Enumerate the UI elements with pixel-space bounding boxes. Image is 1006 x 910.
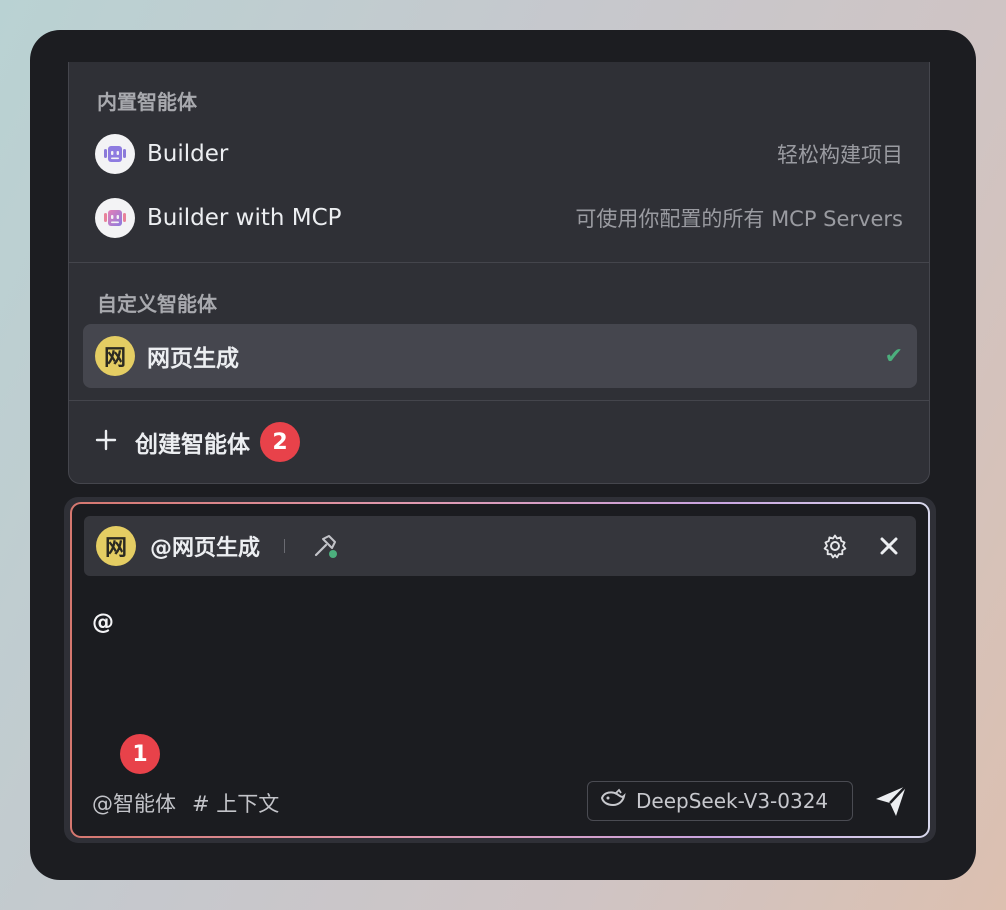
agent-name: 网页生成 bbox=[147, 346, 239, 372]
agent-item-builder[interactable]: Builder 轻松构建项目 bbox=[83, 122, 917, 186]
agent-description: 轻松构建项目 bbox=[777, 143, 903, 167]
agent-item-web-generation[interactable]: 网 网页生成 ✔ bbox=[83, 324, 917, 388]
tools-icon[interactable] bbox=[311, 532, 339, 560]
builtin-section-title: 内置智能体 bbox=[97, 90, 197, 114]
close-icon[interactable] bbox=[878, 535, 900, 557]
agent-dropdown: 内置智能体 Builder 轻松构建项目 Builder with MCP 可使… bbox=[68, 62, 930, 484]
agent-item-builder-mcp[interactable]: Builder with MCP 可使用你配置的所有 MCP Servers bbox=[83, 186, 917, 250]
custom-section-title: 自定义智能体 bbox=[97, 292, 217, 316]
agent-avatar: 网 bbox=[95, 336, 135, 376]
step-badge: 2 bbox=[260, 422, 300, 462]
agent-avatar: 网 bbox=[96, 526, 136, 566]
agent-name: Builder bbox=[147, 141, 229, 167]
context-button[interactable]: # 上下文 bbox=[192, 788, 279, 818]
send-icon[interactable] bbox=[872, 782, 910, 820]
section-divider bbox=[69, 400, 929, 401]
create-agent-label: 创建智能体 bbox=[135, 432, 250, 458]
agent-name: Builder with MCP bbox=[147, 205, 342, 231]
separator bbox=[284, 539, 286, 553]
robot-icon bbox=[95, 134, 135, 174]
robot-mcp-icon bbox=[95, 198, 135, 238]
selected-agent-bar: 网 @网页生成 bbox=[84, 516, 916, 576]
create-agent-button[interactable]: 创建智能体 2 bbox=[95, 422, 300, 462]
whale-icon bbox=[600, 788, 626, 815]
message-input[interactable]: @ bbox=[92, 610, 114, 635]
agent-description: 可使用你配置的所有 MCP Servers bbox=[575, 207, 903, 231]
model-name: DeepSeek-V3-0324 bbox=[636, 789, 829, 813]
chat-input-box: 网 @网页生成 @ 1 @智能体 # 上下文 DeepSeek-V3-0324 bbox=[70, 502, 930, 838]
step-badge: 1 bbox=[120, 734, 160, 774]
mention-agent-button[interactable]: @智能体 bbox=[92, 788, 176, 818]
gear-icon[interactable] bbox=[822, 533, 848, 559]
agent-mention: @网页生成 bbox=[150, 536, 261, 561]
plus-icon bbox=[95, 427, 123, 457]
check-icon: ✔ bbox=[884, 343, 903, 369]
model-selector[interactable]: DeepSeek-V3-0324 bbox=[587, 781, 853, 821]
section-divider bbox=[69, 262, 929, 263]
